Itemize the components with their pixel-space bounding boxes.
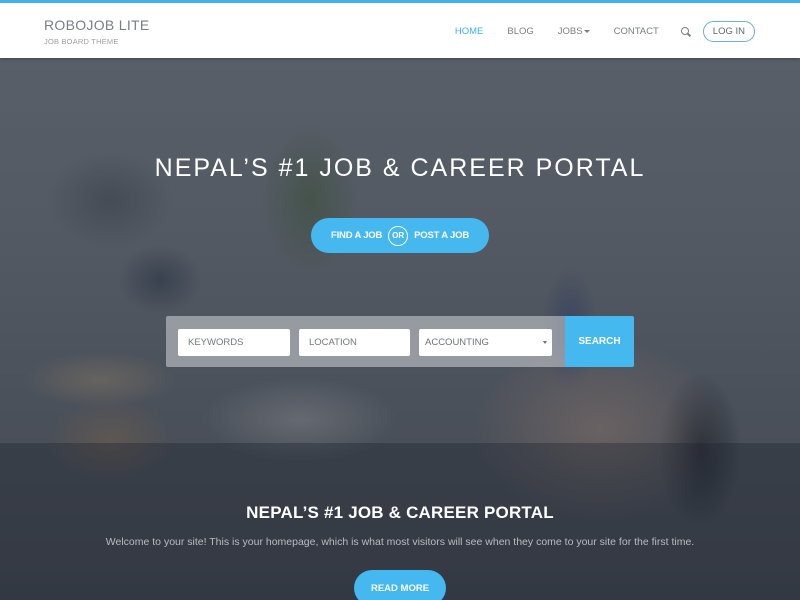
main-nav: HOME BLOG JOBS CONTACT LOG IN — [455, 21, 755, 42]
keywords-input[interactable]: KEYWORDS — [178, 329, 290, 356]
or-divider: OR — [388, 225, 409, 246]
login-button[interactable]: LOG IN — [702, 21, 755, 42]
chevron-down-icon — [583, 29, 590, 33]
location-input[interactable]: LOCATION — [299, 329, 410, 356]
nav-contact[interactable]: CONTACT — [614, 26, 659, 37]
nav-blog[interactable]: BLOG — [507, 26, 533, 37]
section-description: Welcome to your site! This is your homep… — [105, 536, 695, 548]
site-header: ROBOJOB LITE JOB BOARD THEME HOME BLOG J… — [0, 0, 800, 58]
read-more-button[interactable]: READ MORE — [354, 570, 446, 600]
category-selected-value: ACCOUNTING — [425, 337, 489, 348]
site-title[interactable]: ROBOJOB LITE — [44, 17, 150, 33]
nav-jobs[interactable]: JOBS — [558, 26, 590, 37]
search-icon[interactable] — [680, 26, 691, 37]
job-search-form: KEYWORDS LOCATION ACCOUNTING — [166, 316, 565, 367]
search-button[interactable]: SEARCH — [565, 316, 634, 367]
find-job-button[interactable]: FIND A JOB — [331, 230, 382, 241]
category-select[interactable]: ACCOUNTING — [419, 329, 552, 356]
post-job-button[interactable]: POST A JOB — [414, 230, 469, 241]
nav-home[interactable]: HOME — [455, 26, 484, 37]
site-brand[interactable]: ROBOJOB LITE JOB BOARD THEME — [44, 17, 150, 46]
chevron-down-icon — [543, 341, 547, 344]
section-title: NEPAL’S #1 JOB & CAREER PORTAL — [246, 503, 554, 522]
site-tagline: JOB BOARD THEME — [44, 37, 119, 46]
nav-jobs-label: JOBS — [557, 26, 583, 37]
hero-title: NEPAL’S #1 JOB & CAREER PORTAL — [154, 154, 646, 182]
cta-button-group: FIND A JOB OR POST A JOB — [311, 218, 489, 253]
